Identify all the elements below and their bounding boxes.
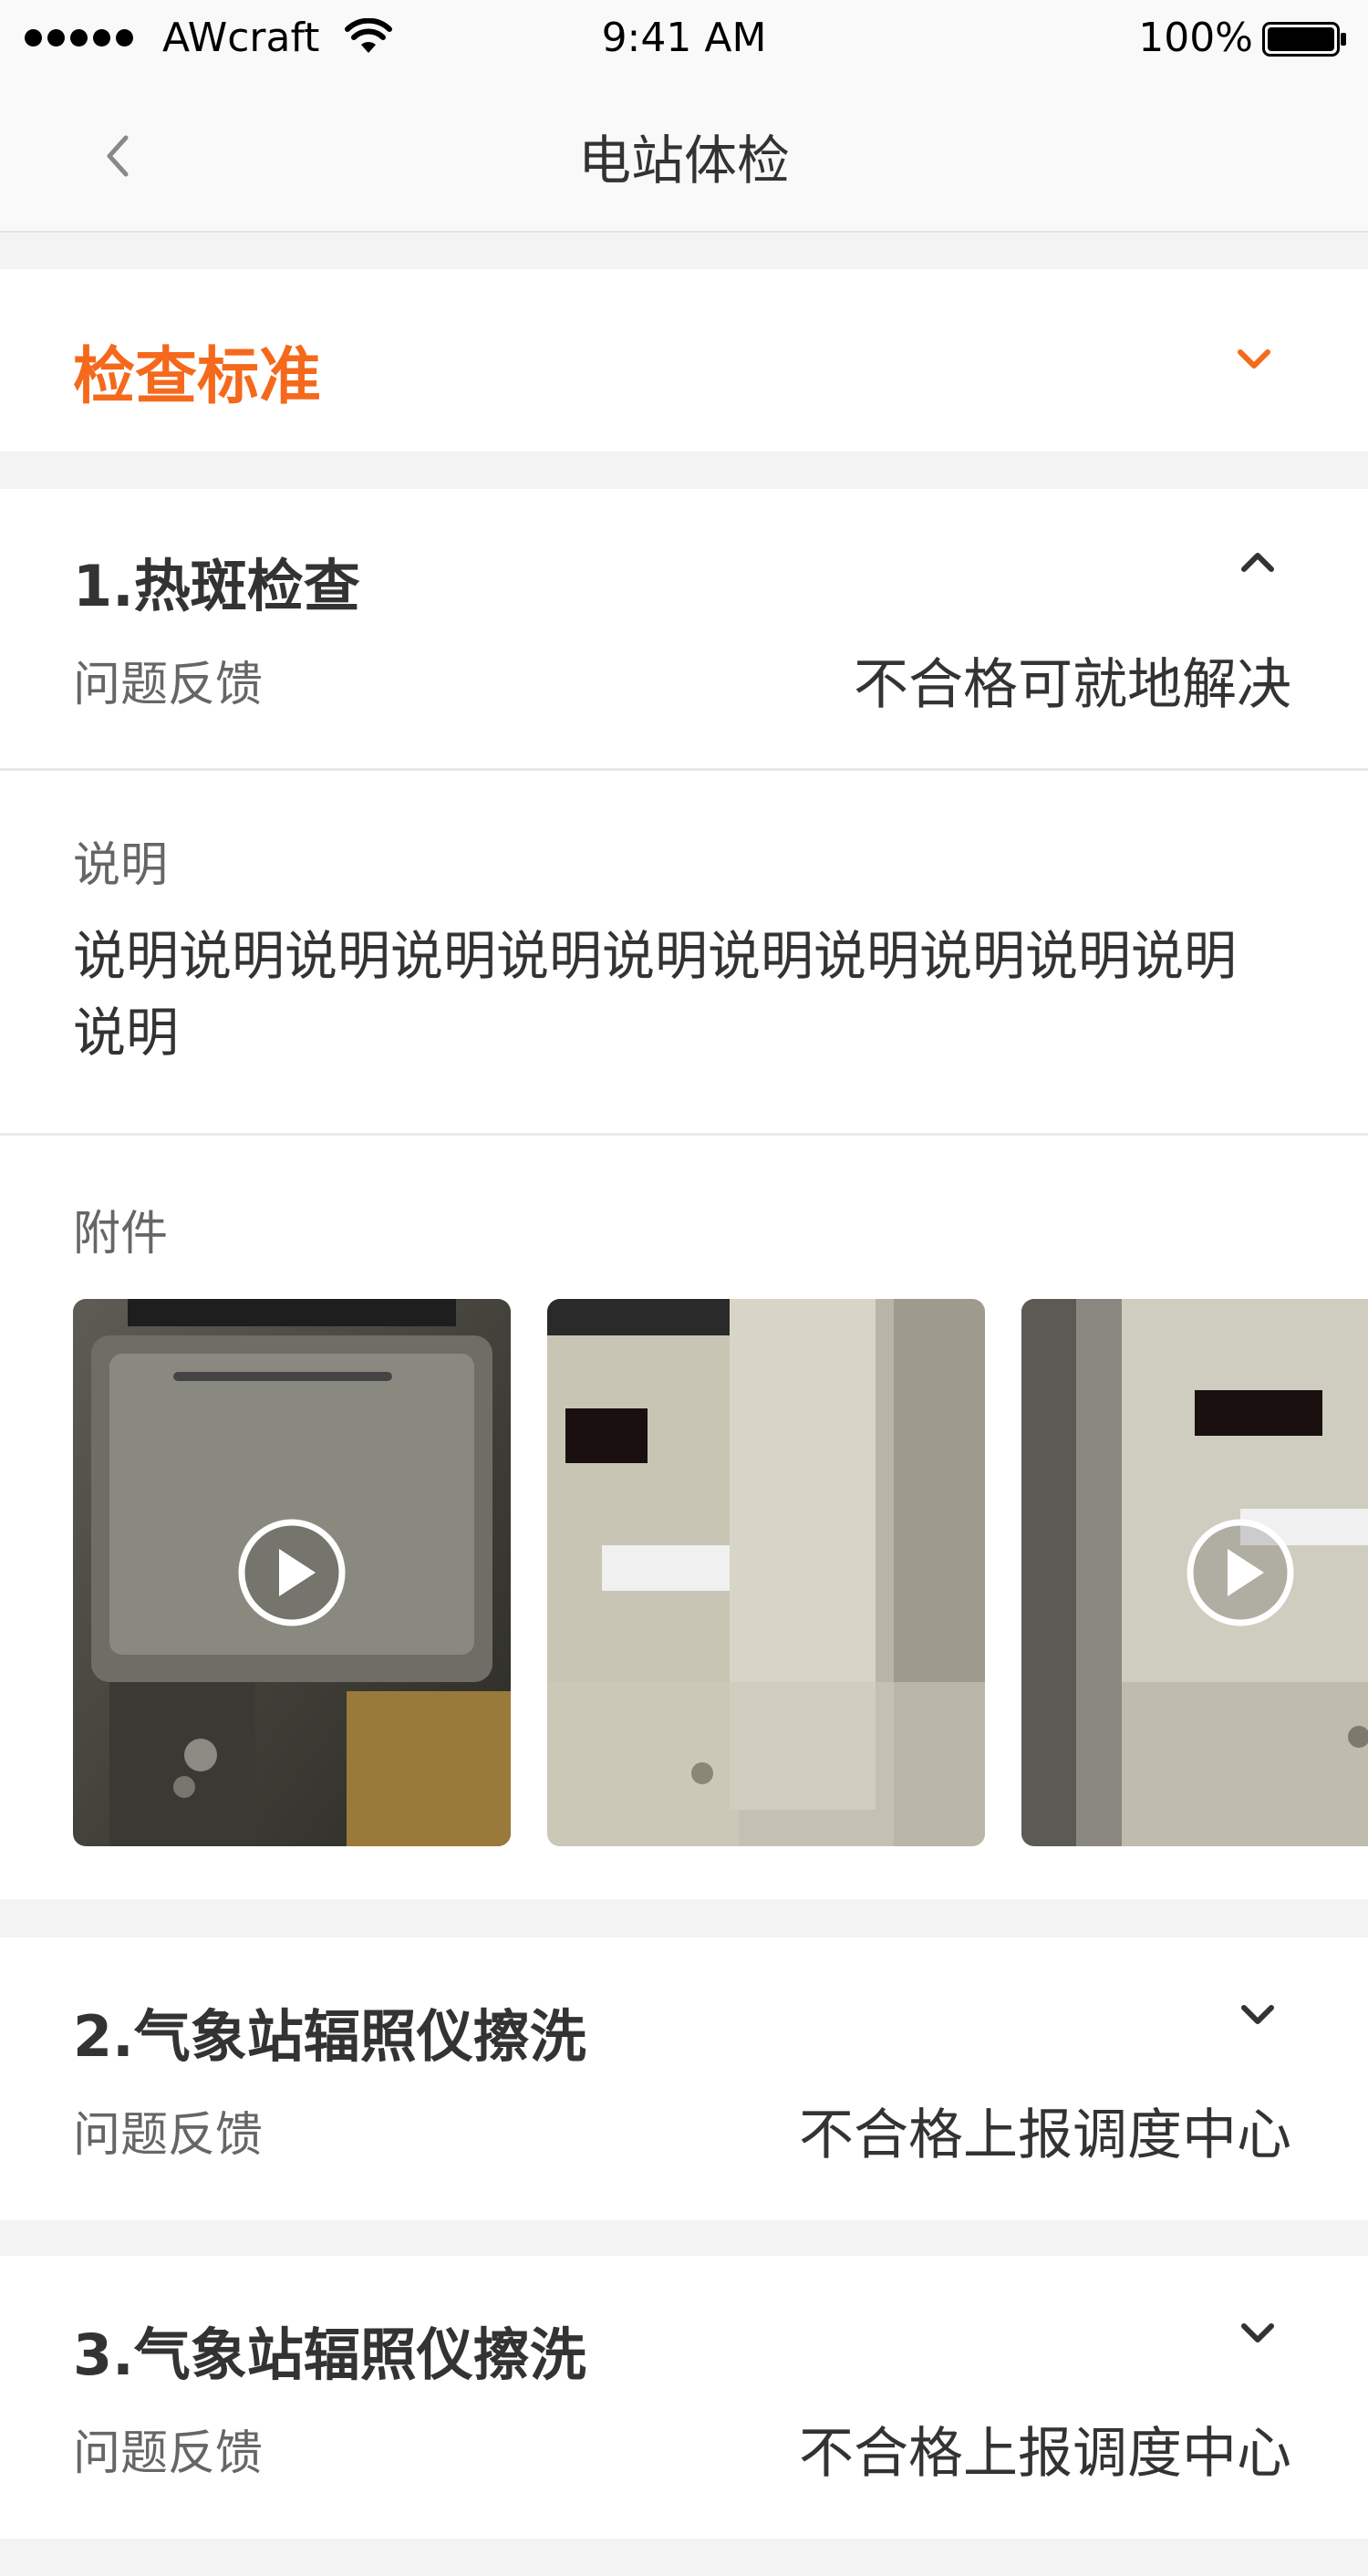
chevron-down-icon[interactable] [1237, 1994, 1279, 2036]
feedback-value: 不合格上报调度中心 [799, 2422, 1291, 2486]
description-text: 说明说明说明说明说明说明说明说明说明说明说明说明 [73, 925, 1238, 1064]
attachment-video-thumbnail[interactable] [1021, 1299, 1368, 1846]
feedback-label: 问题反馈 [73, 2426, 264, 2481]
battery-percentage: 100% [1138, 15, 1253, 61]
check-item-1: 1.热斑检查 问题反馈 不合格可就地解决 说明 说明说明说明说明说明说明说明说明… [0, 489, 1368, 1899]
divider [0, 1133, 1368, 1136]
check-item-title: 3.气象站辐照仪擦洗 [73, 2322, 586, 2388]
check-item-3[interactable]: 3.气象站辐照仪擦洗 问题反馈 不合格上报调度中心 [0, 2256, 1368, 2539]
attachments-label: 附件 [73, 1207, 169, 1262]
feedback-label: 问题反馈 [73, 658, 264, 712]
chevron-down-icon[interactable] [1233, 338, 1275, 380]
check-item-title: 1.热斑检查 [73, 553, 360, 619]
status-bar: AWcraft 9:41 AM 100% [0, 0, 1368, 78]
divider [0, 768, 1368, 771]
play-icon[interactable] [237, 1518, 347, 1627]
description-label: 说明 [73, 838, 169, 893]
feedback-value: 不合格可就地解决 [854, 653, 1291, 717]
navigation-bar: 电站体检 [0, 78, 1368, 233]
check-item-title: 2.气象站辐照仪擦洗 [73, 2003, 586, 2070]
attachment-image-thumbnail[interactable] [547, 1299, 985, 1846]
chevron-up-icon[interactable] [1237, 542, 1279, 584]
chevron-down-icon[interactable] [1237, 2312, 1279, 2354]
attachments-list[interactable] [73, 1299, 1368, 1846]
inspection-standard-section[interactable]: 检查标准 [0, 269, 1368, 452]
feedback-value: 不合格上报调度中心 [799, 2103, 1291, 2167]
battery-icon [1262, 22, 1346, 57]
play-icon[interactable] [1186, 1518, 1295, 1627]
inspection-standard-title: 检查标准 [73, 341, 322, 413]
attachment-video-thumbnail[interactable] [73, 1299, 511, 1846]
page-title: 电站体检 [577, 130, 790, 192]
feedback-label: 问题反馈 [73, 2108, 264, 2163]
check-item-2[interactable]: 2.气象站辐照仪擦洗 问题反馈 不合格上报调度中心 [0, 1937, 1368, 2220]
